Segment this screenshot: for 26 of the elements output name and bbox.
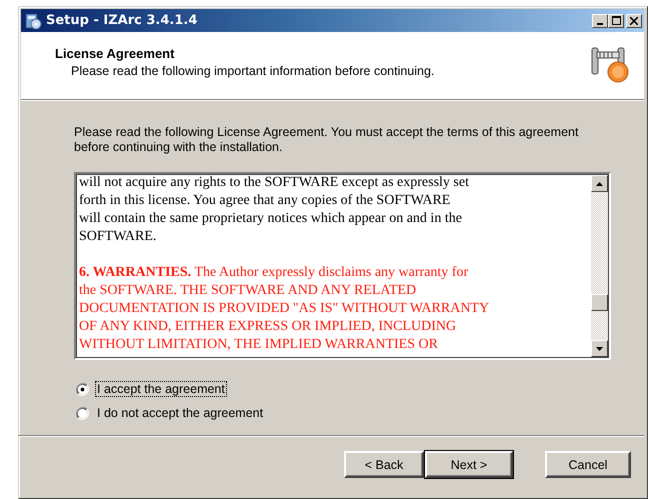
page-subtitle: Please read the following important information before continuing. — [71, 64, 436, 78]
maximize-icon — [612, 16, 620, 25]
up-arrow-icon — [596, 182, 603, 186]
maximize-button[interactable] — [608, 14, 624, 28]
scroll-up-button[interactable] — [591, 175, 608, 192]
window-title: Setup - IZArc 3.4.1.4 — [46, 13, 198, 28]
instructions-text: Please read the following License Agreement. You must accept the terms of this agreement before continuing with the installation. — [74, 125, 580, 155]
setup-app-icon — [24, 12, 42, 30]
license-paragraph: will not acquire any rights to the SOFTWARE except as expressly set forth in this license. You agree that any copies of the SOFTWARE will contain the same proprietary notices which appear on and in the SOFTWARE. — [79, 174, 470, 246]
down-arrow-icon — [596, 346, 603, 350]
page-title: License Agreement — [55, 46, 176, 61]
radio-button[interactable] — [76, 406, 89, 420]
cancel-button[interactable]: Cancel — [545, 451, 631, 478]
scroll-down-button[interactable] — [591, 340, 608, 357]
radio-button[interactable] — [76, 382, 89, 396]
minimize-icon — [597, 22, 603, 24]
close-icon — [630, 16, 638, 24]
scrollbar[interactable] — [591, 175, 608, 357]
close-button[interactable] — [626, 14, 642, 28]
license-paragraph: 6. WARRANTIES. The Author expressly disclaims any warranty for the SOFTWARE. THE SOFTWARE AND ANY RELATED DOCUMENTATION IS PROVIDED "AS IS" WITHOUT WARRANTY OF ANY KIND, EITHER EXPRESS OR IMPLIED, INCLUDING WITHOUT LIMITATION, THE IMPLIED WARRANTIES OR — [79, 264, 490, 354]
scroll-thumb[interactable] — [591, 294, 608, 311]
minimize-button[interactable] — [592, 14, 608, 28]
back-button[interactable]: < Back — [344, 451, 424, 478]
radio-label[interactable]: I accept the agreement — [95, 381, 227, 397]
next-button[interactable]: Next > — [425, 451, 513, 478]
radio-label[interactable]: I do not accept the agreement — [95, 405, 266, 421]
